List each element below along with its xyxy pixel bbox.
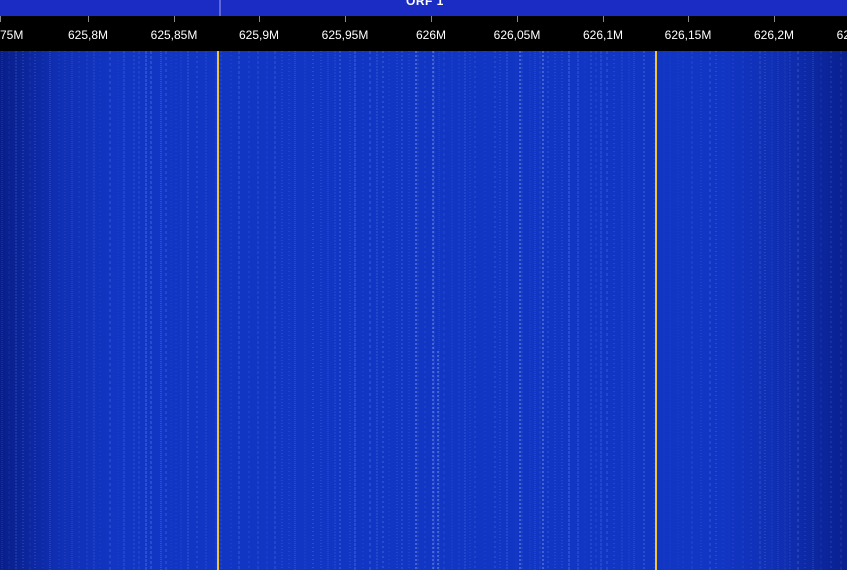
frequency-tick-label: 626M [415, 28, 447, 42]
frequency-tick [688, 16, 689, 22]
frequency-tick-label: 626,2M [753, 28, 795, 42]
waterfall-canvas [1, 51, 842, 570]
channel-band-title: ORF 1 [406, 0, 444, 8]
frequency-tick [603, 16, 604, 22]
frequency-tick [0, 16, 1, 22]
frequency-tick-label: 625,9M [238, 28, 280, 42]
frequency-tick-label: 625,95M [321, 28, 369, 42]
channel-marker[interactable] [219, 0, 221, 16]
frequency-tick [259, 16, 260, 22]
channel-band-bar[interactable]: ORF 1 [0, 0, 847, 16]
frequency-tick [88, 16, 89, 22]
frequency-tick [431, 16, 432, 22]
frequency-tick-label: 626,15M [664, 28, 712, 42]
frequency-tick [345, 16, 346, 22]
frequency-tick-label: 625,8M [67, 28, 109, 42]
frequency-tick-label: 625,75M [0, 28, 24, 42]
frequency-axis[interactable]: 625,75M 625,8M 625,85M 625,9M 625,95M 626M 626… [0, 16, 847, 51]
frequency-tick-label: 626,25M [836, 28, 847, 42]
frequency-tick-label: 626,05M [493, 28, 541, 42]
frequency-tick [517, 16, 518, 22]
frequency-tick-label: 626,1M [582, 28, 624, 42]
frequency-tick-label: 625,85M [150, 28, 198, 42]
frequency-tick [174, 16, 175, 22]
waterfall-display[interactable] [0, 51, 847, 570]
frequency-tick [774, 16, 775, 22]
